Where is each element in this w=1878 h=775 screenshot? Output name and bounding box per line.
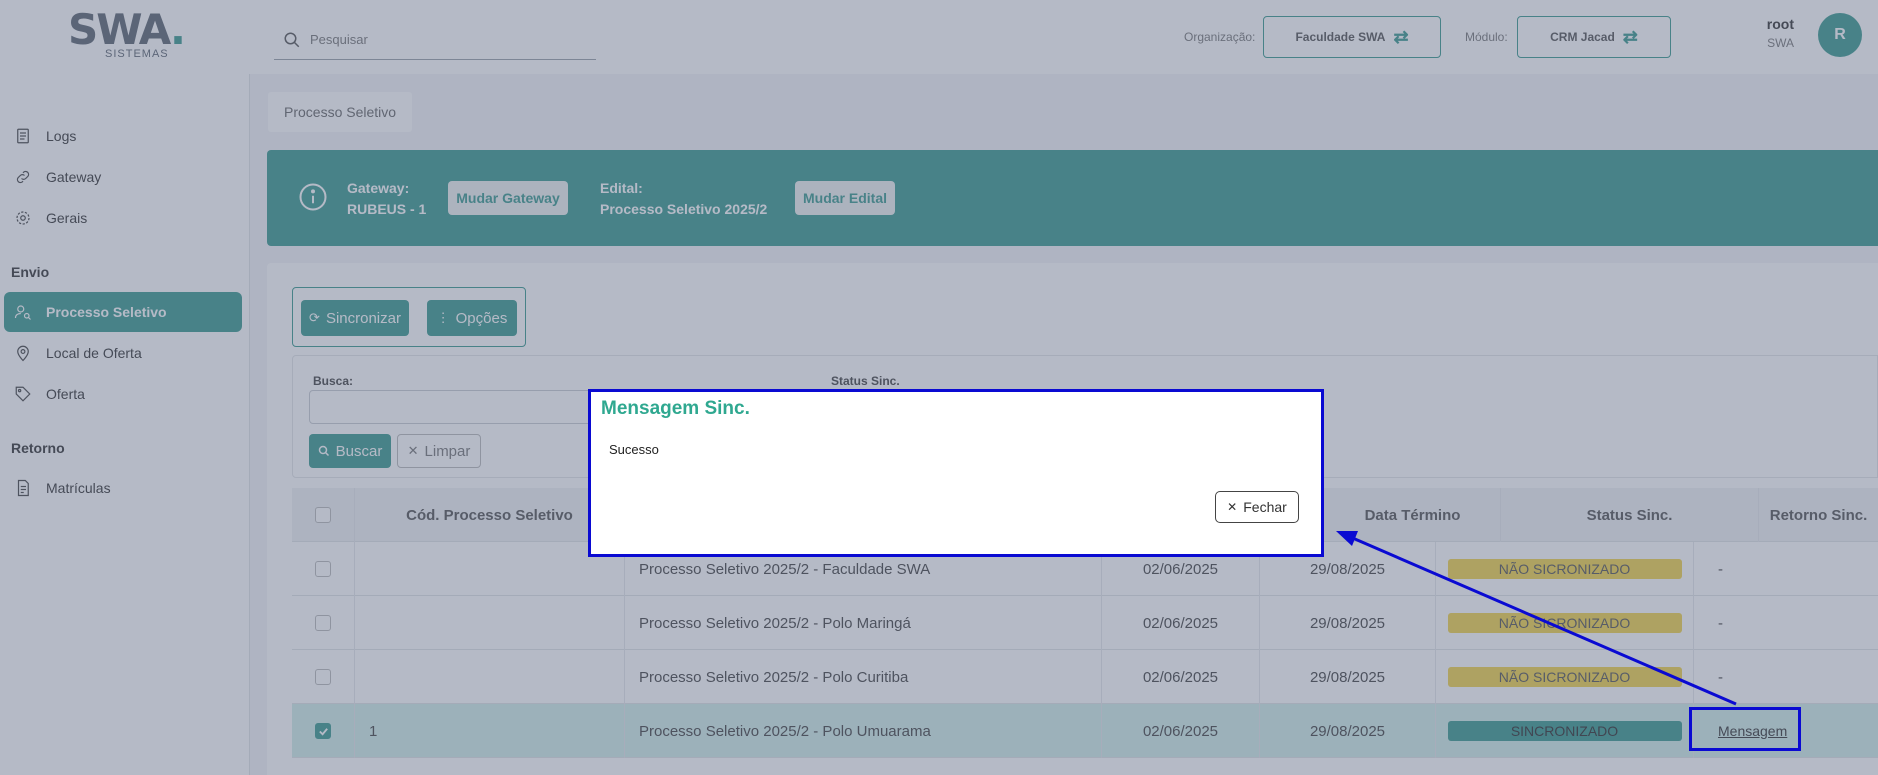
dialog-title: Mensagem Sinc. (601, 398, 750, 419)
sync-message-dialog: Mensagem Sinc. Sucesso ✕ Fechar (588, 389, 1324, 557)
close-dialog-button[interactable]: ✕ Fechar (1215, 491, 1299, 523)
modal-backdrop[interactable] (0, 0, 1878, 775)
close-button-label: Fechar (1243, 499, 1287, 515)
close-icon: ✕ (1227, 500, 1238, 514)
dialog-message: Sucesso (609, 442, 659, 457)
annotation-highlight-box (1689, 707, 1801, 751)
